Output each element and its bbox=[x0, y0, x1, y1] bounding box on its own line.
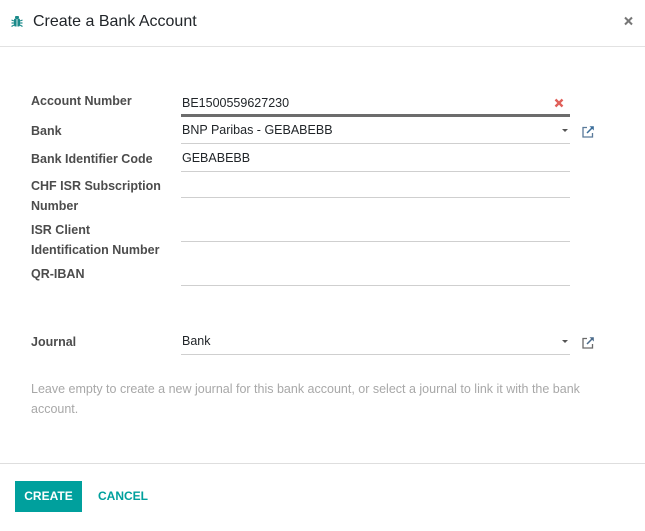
chf-isr-label-line1: CHF ISR Subscription bbox=[31, 179, 161, 193]
account-number-field[interactable]: BE1500559627230 bbox=[181, 91, 570, 117]
bic-field[interactable]: GEBABEBB bbox=[181, 146, 570, 172]
journal-label: Journal bbox=[31, 335, 77, 349]
isr-client-field[interactable] bbox=[181, 216, 570, 242]
bank-value: BNP Paribas - GEBABEBB bbox=[182, 123, 333, 137]
bank-select[interactable]: BNP Paribas - GEBABEBB bbox=[181, 118, 570, 144]
dialog-footer: CREATE CANCEL bbox=[0, 463, 645, 531]
caret-down-icon[interactable] bbox=[562, 129, 568, 132]
chf-isr-field[interactable] bbox=[181, 172, 570, 198]
journal-value: Bank bbox=[182, 334, 211, 348]
bug-icon bbox=[11, 16, 23, 28]
cancel-button[interactable]: CANCEL bbox=[98, 481, 148, 512]
bank-label: Bank bbox=[31, 124, 62, 138]
isr-client-label-line2: Identification Number bbox=[31, 243, 160, 257]
dialog-title: Create a Bank Account bbox=[33, 13, 197, 30]
close-icon[interactable] bbox=[622, 12, 636, 30]
bic-label: Bank Identifier Code bbox=[31, 152, 153, 166]
dialog-header: Create a Bank Account bbox=[0, 0, 645, 47]
bic-value: GEBABEBB bbox=[182, 151, 251, 165]
account-number-label: Account Number bbox=[31, 94, 132, 108]
caret-down-icon[interactable] bbox=[562, 340, 568, 343]
external-link-icon[interactable] bbox=[581, 336, 595, 350]
isr-client-label: ISR Client Identification Number bbox=[31, 220, 159, 260]
journal-select[interactable]: Bank bbox=[181, 329, 570, 355]
external-link-icon[interactable] bbox=[581, 125, 595, 139]
chf-isr-label: CHF ISR Subscription Number bbox=[31, 176, 161, 216]
chf-isr-label-line2: Number bbox=[31, 199, 79, 213]
isr-client-label-line1: ISR Client bbox=[31, 223, 91, 237]
journal-help-text: Leave empty to create a new journal for … bbox=[31, 382, 580, 416]
qr-iban-field[interactable] bbox=[181, 260, 570, 286]
account-number-value: BE1500559627230 bbox=[182, 96, 290, 110]
clear-x-icon[interactable] bbox=[554, 98, 564, 108]
create-button[interactable]: CREATE bbox=[15, 481, 82, 512]
qr-iban-label: QR-IBAN bbox=[31, 267, 85, 281]
